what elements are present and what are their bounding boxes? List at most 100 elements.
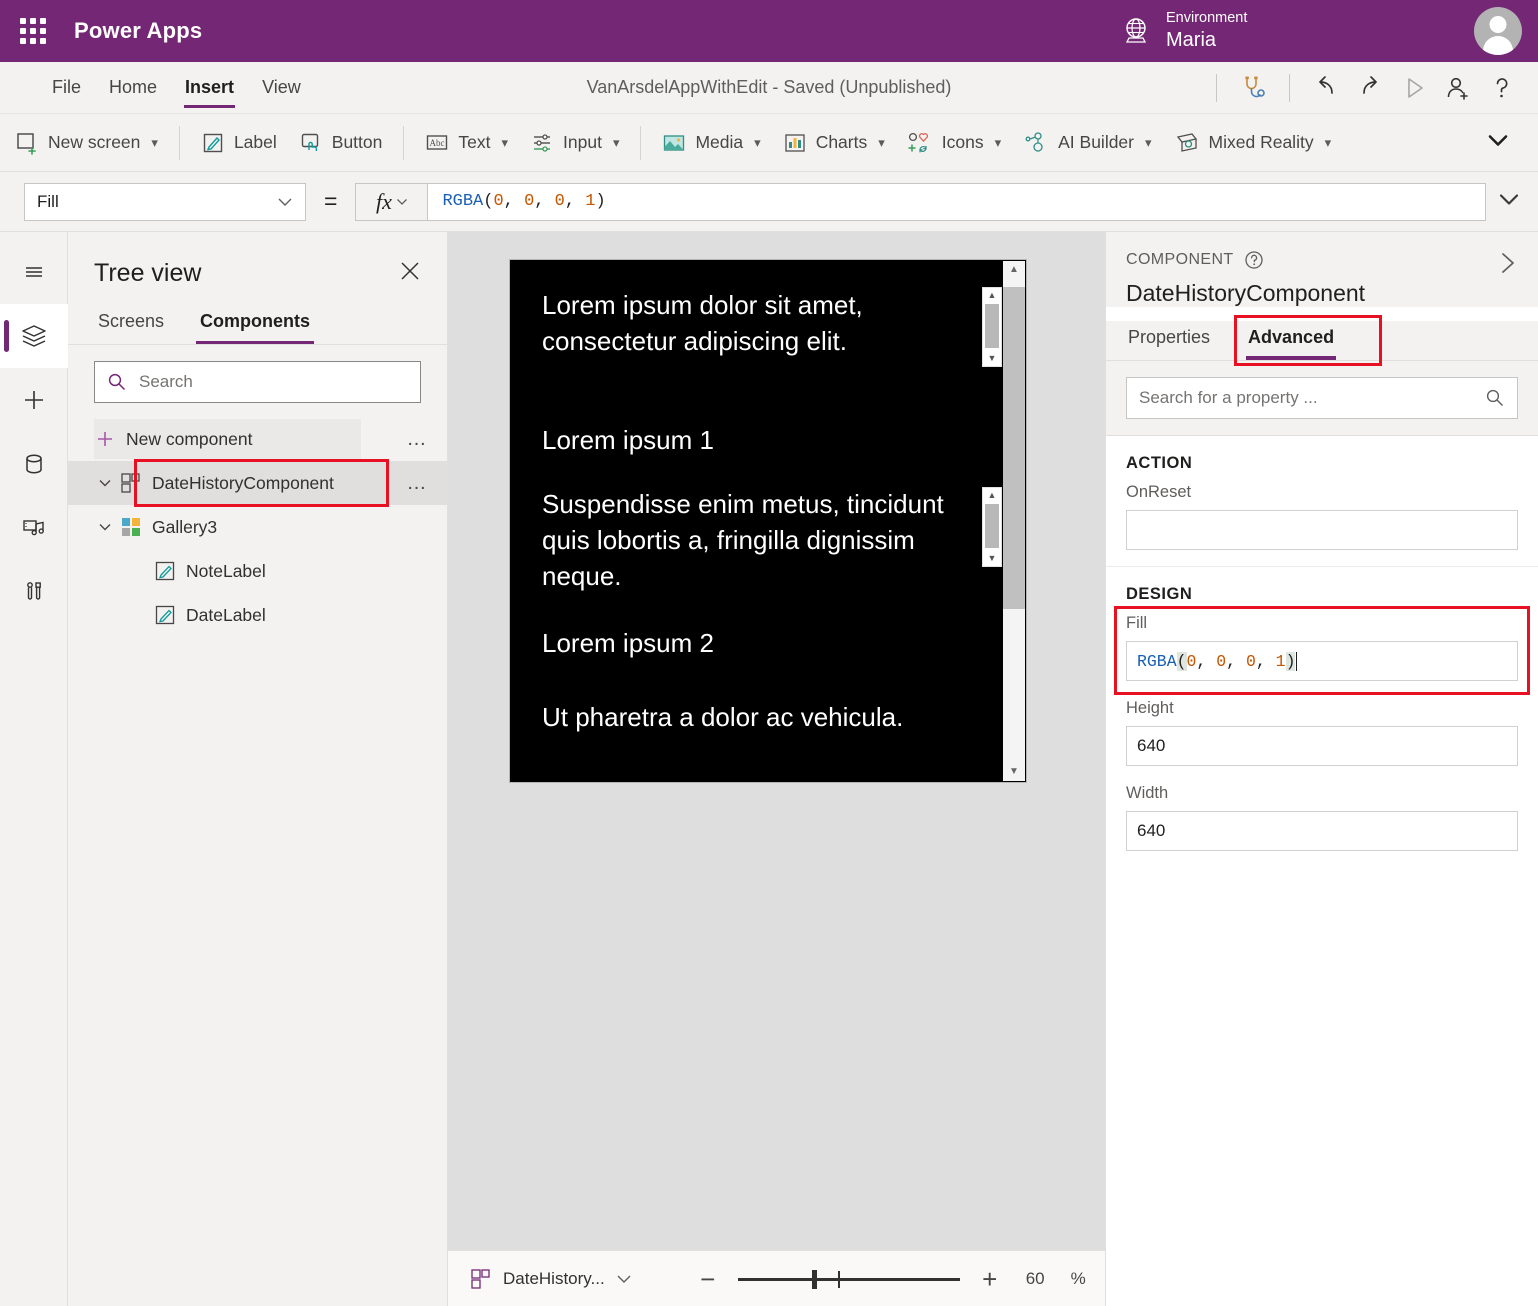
ribbon-expand-button[interactable] [1484, 130, 1512, 155]
rail-item-data[interactable] [0, 432, 68, 496]
ellipsis-icon[interactable]: … [407, 428, 430, 451]
menu-item-insert[interactable]: Insert [171, 62, 248, 114]
properties-panel-tabs: Properties Advanced [1106, 315, 1538, 366]
fill-input[interactable]: RGBA(0, 0, 0, 1) [1126, 641, 1518, 681]
scroll-down-arrow-icon[interactable]: ▼ [1003, 767, 1025, 777]
zoom-in-button[interactable]: + [978, 1266, 1002, 1292]
ribbon-icons[interactable]: Icons ▾ [896, 123, 1012, 163]
component-preview[interactable]: Lorem ipsum dolor sit amet, consectetur … [509, 259, 1027, 783]
tab-advanced[interactable]: Advanced [1246, 321, 1337, 360]
share-user-icon[interactable] [1436, 66, 1480, 110]
property-field-fill: Fill RGBA(0, 0, 0, 1) [1106, 608, 1538, 693]
studio-body: Tree view Screens Components Search New … [0, 232, 1538, 1306]
chevron-down-icon[interactable] [94, 476, 116, 490]
ribbon-new-screen[interactable]: New screen ▾ [4, 123, 169, 163]
tab-screens[interactable]: Screens [94, 303, 168, 344]
media-library-icon [22, 520, 44, 536]
tab-components[interactable]: Components [196, 303, 315, 344]
fx-button[interactable]: fx [355, 182, 428, 221]
plus-icon [98, 432, 112, 446]
ribbon-ai-builder[interactable]: AI Builder ▾ [1012, 123, 1162, 163]
ribbon-mixed-reality[interactable]: Mixed Reality ▾ [1163, 123, 1343, 163]
chevron-down-icon [1499, 193, 1519, 205]
preview-play-icon[interactable] [1392, 66, 1436, 110]
search-input[interactable] [139, 372, 408, 392]
close-icon[interactable] [393, 254, 427, 293]
menu-item-home[interactable]: Home [95, 62, 171, 114]
tree-node-datelabel[interactable]: DateLabel [68, 593, 447, 637]
tree-node-notelabel[interactable]: NoteLabel [68, 549, 447, 593]
label-icon [150, 604, 180, 626]
ellipsis-icon[interactable]: … [407, 472, 430, 495]
hamburger-menu-icon[interactable] [0, 240, 68, 304]
chevron-down-icon [278, 198, 292, 206]
tree-node-datehistorycomponent[interactable]: DateHistoryComponent … [68, 461, 447, 505]
ribbon-button[interactable]: Button [288, 123, 394, 163]
insert-ribbon: New screen ▾ Label Button Abc Text ▾ Inp… [0, 114, 1538, 172]
properties-panel-header: COMPONENT DateHistoryComponent [1106, 232, 1538, 307]
zoom-slider[interactable] [737, 1269, 960, 1289]
tree-node-label: DateLabel [186, 604, 266, 625]
menu-item-file[interactable]: File [38, 62, 95, 114]
ribbon-label[interactable]: Label [190, 123, 288, 163]
help-icon[interactable] [1480, 66, 1524, 110]
rail-item-media[interactable] [0, 496, 68, 560]
onreset-input[interactable] [1126, 510, 1518, 550]
chevron-down-icon: ▾ [754, 134, 761, 150]
scroll-down-arrow-icon[interactable]: ▼ [988, 351, 997, 366]
ribbon-icons-label: Icons [941, 132, 984, 152]
property-field-width: Width 640 [1106, 778, 1538, 863]
tree-search-box[interactable] [94, 361, 421, 403]
tree-node-label: DateHistoryComponent [152, 472, 334, 493]
rail-item-advanced-tools[interactable] [0, 560, 68, 624]
note-label-scrollbar[interactable]: ▲ ▼ [982, 487, 1002, 567]
redo-icon[interactable] [1348, 66, 1392, 110]
scroll-up-arrow-icon[interactable]: ▲ [1003, 265, 1025, 275]
property-dropdown[interactable]: Fill [24, 182, 306, 221]
user-avatar[interactable] [1474, 7, 1522, 55]
property-label: OnReset [1126, 483, 1192, 501]
property-search-box[interactable] [1126, 377, 1518, 419]
scroll-down-arrow-icon[interactable]: ▼ [988, 551, 997, 566]
formula-paren-open: ( [483, 192, 494, 211]
formula-function-name: RGBA [442, 192, 484, 211]
ribbon-input[interactable]: Input ▾ [519, 123, 630, 163]
help-circle-icon[interactable] [1244, 250, 1264, 270]
panel-kicker: COMPONENT [1126, 250, 1518, 270]
tree-node-gallery3[interactable]: Gallery3 [68, 505, 447, 549]
ribbon-media[interactable]: Media ▾ [651, 123, 771, 163]
tab-properties[interactable]: Properties [1126, 321, 1212, 360]
width-input[interactable]: 640 [1126, 811, 1518, 851]
brand-title[interactable]: Power Apps [74, 18, 202, 44]
new-component-label: New component [126, 428, 253, 449]
undo-icon[interactable] [1304, 66, 1348, 110]
canvas-stage[interactable]: Lorem ipsum dolor sit amet, consectetur … [448, 232, 1105, 1250]
zoom-slider-handle[interactable] [811, 1269, 817, 1289]
app-launcher-icon[interactable] [16, 14, 50, 48]
gallery-scrollbar[interactable]: ▲ ▼ [1003, 261, 1025, 781]
rail-item-tree-view[interactable] [0, 304, 68, 368]
formula-arg-0: 0 [493, 192, 504, 211]
text-icon: Abc [427, 134, 448, 150]
insert-plus-icon [24, 391, 43, 409]
menu-item-view[interactable]: View [248, 62, 315, 114]
scroll-up-arrow-icon[interactable]: ▲ [988, 488, 997, 503]
note-label-scrollbar[interactable]: ▲ ▼ [982, 287, 1002, 367]
property-search-input[interactable] [1139, 388, 1485, 408]
formula-input[interactable]: RGBA(0, 0, 0, 1) [427, 182, 1486, 221]
tree-view-header: Tree view [68, 232, 447, 303]
height-input[interactable]: 640 [1126, 726, 1518, 766]
environment-selector[interactable]: Environment Maria [1120, 0, 1247, 62]
collapse-panel-button[interactable] [1494, 250, 1520, 281]
scroll-up-arrow-icon[interactable]: ▲ [988, 288, 997, 303]
app-checker-icon[interactable] [1231, 66, 1275, 110]
rail-item-insert[interactable] [0, 368, 68, 432]
zoom-out-button[interactable]: − [696, 1266, 720, 1292]
component-selector[interactable]: DateHistory... [470, 1268, 632, 1290]
new-component-button[interactable]: New component … [68, 417, 447, 461]
formula-bar-expand-button[interactable] [1494, 189, 1524, 214]
scrollbar-thumb[interactable] [1003, 287, 1025, 609]
ribbon-charts[interactable]: Charts ▾ [772, 123, 896, 163]
ribbon-text[interactable]: Abc Text ▾ [414, 123, 519, 163]
chevron-down-icon[interactable] [94, 520, 116, 534]
